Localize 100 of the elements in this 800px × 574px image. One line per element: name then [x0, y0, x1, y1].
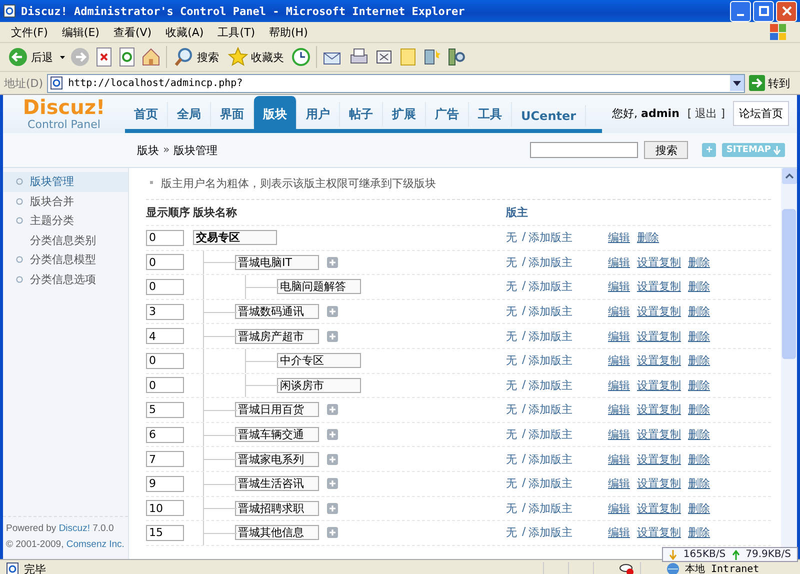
add-icon[interactable]: [327, 404, 338, 416]
order-input[interactable]: 0: [146, 254, 184, 270]
sidebar-item[interactable]: 版块合并: [3, 192, 128, 211]
action-link[interactable]: 编辑: [608, 353, 630, 368]
forum-name-input[interactable]: 晋城家电系列: [235, 452, 319, 467]
nav-tab[interactable]: 扩展: [383, 102, 426, 127]
nav-tab[interactable]: 版块: [254, 96, 297, 129]
nav-tab[interactable]: 用户: [297, 102, 340, 127]
order-input[interactable]: 7: [146, 451, 184, 468]
add-icon[interactable]: [327, 478, 338, 490]
order-input[interactable]: 3: [146, 304, 184, 320]
action-link[interactable]: 设置复制: [637, 378, 681, 393]
refresh-icon[interactable]: [118, 47, 136, 67]
add-moderator-link[interactable]: 添加版主: [528, 328, 573, 344]
action-link[interactable]: 编辑: [608, 476, 630, 492]
dropdown-icon[interactable]: [730, 75, 744, 91]
messenger-icon[interactable]: [422, 47, 442, 67]
add-icon[interactable]: [327, 502, 338, 514]
search-field[interactable]: [530, 142, 638, 158]
add-icon[interactable]: [327, 454, 338, 465]
action-link[interactable]: 删除: [688, 525, 710, 540]
action-link[interactable]: 设置复制: [637, 402, 681, 418]
search-button[interactable]: 搜索: [644, 141, 688, 159]
close-button[interactable]: [776, 0, 797, 22]
add-moderator-link[interactable]: 添加版主: [528, 452, 573, 467]
add-icon[interactable]: [327, 429, 338, 440]
add-moderator-link[interactable]: 添加版主: [528, 525, 573, 540]
sidebar-item[interactable]: 分类信息选项: [3, 270, 128, 289]
order-input[interactable]: 4: [146, 328, 184, 344]
favorites-button[interactable]: 收藏夹: [226, 47, 286, 67]
action-link[interactable]: 设置复制: [637, 254, 681, 270]
forum-name-input[interactable]: 晋城其他信息: [235, 525, 319, 540]
action-link[interactable]: 编辑: [608, 328, 630, 344]
minimize-button[interactable]: [730, 0, 751, 22]
nav-tab[interactable]: 首页: [125, 102, 168, 127]
sidebar-item[interactable]: 版块管理: [3, 172, 128, 192]
action-link[interactable]: 编辑: [608, 500, 630, 516]
action-link[interactable]: 编辑: [608, 427, 630, 442]
add-moderator-link[interactable]: 添加版主: [528, 304, 573, 320]
note-icon[interactable]: [399, 47, 417, 67]
order-input[interactable]: 10: [146, 500, 184, 516]
action-link[interactable]: 删除: [688, 353, 710, 368]
stop-icon[interactable]: [95, 47, 113, 67]
nav-tab[interactable]: 帖子: [340, 102, 383, 127]
nav-tab[interactable]: 工具: [469, 102, 512, 127]
action-link[interactable]: 删除: [688, 378, 710, 393]
add-icon[interactable]: [327, 527, 338, 538]
sidebar-item[interactable]: 分类信息模型: [3, 250, 128, 270]
nav-tab[interactable]: UCenter: [512, 105, 586, 127]
menu-item[interactable]: 文件(F): [4, 24, 55, 40]
forum-name-input[interactable]: 晋城招聘求职: [235, 500, 319, 516]
sidebar-item[interactable]: 主题分类: [3, 211, 128, 230]
add-moderator-link[interactable]: 添加版主: [528, 427, 573, 442]
forum-name-input[interactable]: 晋城房产超市: [235, 328, 319, 344]
forum-name-input[interactable]: 中介专区: [277, 353, 361, 368]
forum-name-input[interactable]: 晋城车辆交通: [235, 427, 319, 442]
action-link[interactable]: 设置复制: [637, 525, 681, 540]
forum-name-input[interactable]: 晋城日用百货: [235, 402, 319, 418]
forum-name-input[interactable]: 电脑问题解答: [277, 279, 361, 294]
action-link[interactable]: 编辑: [608, 230, 630, 246]
add-icon[interactable]: [327, 330, 338, 342]
add-moderator-link[interactable]: 添加版主: [528, 353, 573, 368]
nav-tab[interactable]: 全局: [168, 102, 211, 127]
add-icon[interactable]: [327, 256, 338, 268]
action-link[interactable]: 编辑: [608, 254, 630, 270]
action-link[interactable]: 删除: [688, 402, 710, 418]
address-field[interactable]: http://localhost/admincp.php?: [47, 74, 745, 92]
action-link[interactable]: 设置复制: [637, 452, 681, 467]
add-moderator-link[interactable]: 添加版主: [528, 230, 573, 246]
add-moderator-link[interactable]: 添加版主: [528, 254, 573, 270]
forum-name-input[interactable]: 晋城电脑IT: [235, 254, 319, 270]
order-input[interactable]: 5: [146, 402, 184, 418]
go-button[interactable]: 转到: [749, 75, 796, 91]
breadcrumb-item[interactable]: 版块: [137, 142, 159, 158]
order-input[interactable]: 9: [146, 476, 184, 492]
action-link[interactable]: 编辑: [608, 525, 630, 540]
action-link[interactable]: 设置复制: [637, 427, 681, 442]
action-link[interactable]: 删除: [688, 500, 710, 516]
maximize-button[interactable]: [753, 0, 774, 22]
action-link[interactable]: 编辑: [608, 452, 630, 467]
forum-name-input[interactable]: 交易专区: [193, 230, 277, 246]
menu-item[interactable]: 查看(V): [106, 24, 159, 40]
action-link[interactable]: 设置复制: [637, 500, 681, 516]
action-link[interactable]: 删除: [688, 328, 710, 344]
action-link[interactable]: 删除: [688, 452, 710, 467]
menu-item[interactable]: 工具(T): [210, 24, 262, 40]
order-input[interactable]: 0: [146, 230, 184, 246]
add-moderator-link[interactable]: 添加版主: [528, 378, 573, 393]
action-link[interactable]: 设置复制: [637, 304, 681, 320]
action-link[interactable]: 编辑: [608, 279, 630, 294]
order-input[interactable]: 0: [146, 352, 184, 369]
action-link[interactable]: 设置复制: [637, 353, 681, 368]
menu-item[interactable]: 收藏(A): [158, 24, 211, 40]
add-icon[interactable]: [327, 306, 338, 318]
order-input[interactable]: 0: [146, 278, 184, 295]
menu-item[interactable]: 编辑(E): [54, 24, 106, 40]
logout-link[interactable]: [ 退出 ]: [687, 106, 725, 121]
action-link[interactable]: 设置复制: [637, 328, 681, 344]
forum-name-input[interactable]: 晋城生活咨讯: [235, 476, 319, 492]
action-link[interactable]: 删除: [637, 230, 659, 246]
